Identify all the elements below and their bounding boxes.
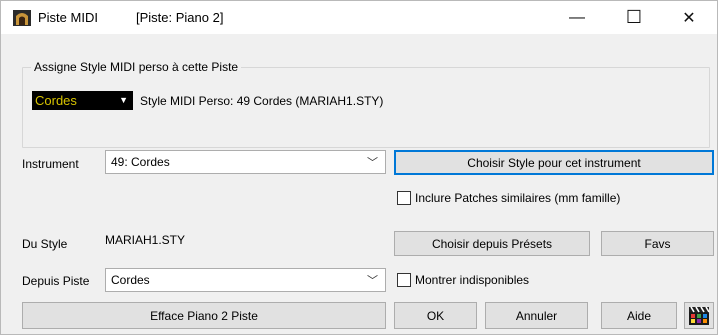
film-clapper-icon [689,306,710,325]
style-info: Style MIDI Perso: 49 Cordes (MARIAH1.STY… [140,94,384,108]
include-patches-checkbox[interactable]: Inclure Patches similaires (mm famille) [397,191,620,205]
cancel-button[interactable]: Annuler [485,302,588,329]
help-button[interactable]: Aide [601,302,677,329]
window-subtitle: [Piste: Piano 2] [136,10,224,25]
maximize-button[interactable]: ☐ [611,1,657,34]
title-bar: Piste MIDI [Piste: Piano 2] — ☐ ✕ [1,1,717,34]
choose-style-button[interactable]: Choisir Style pour cet instrument [394,150,714,175]
maximize-icon: ☐ [625,7,643,27]
chevron-down-icon: ﹀ [367,157,378,169]
close-icon: ✕ [682,9,696,27]
include-patches-label: Inclure Patches similaires (mm famille) [415,191,621,205]
minimize-button[interactable]: — [554,1,600,34]
window-title: Piste MIDI [38,10,98,25]
style-group-label: Assigne Style MIDI perso à cette Piste [31,60,242,74]
instrument-label: Instrument [22,157,79,171]
show-unavailable-label: Montrer indisponibles [415,273,530,287]
du-style-label: Du Style [22,237,68,251]
style-dropdown-value: Cordes [35,93,77,108]
minimize-icon: — [569,8,585,26]
instrument-select-value: 49: Cordes [111,155,170,169]
clear-track-button[interactable]: Efface Piano 2 Piste [22,302,386,329]
chevron-down-icon: ﹀ [367,275,378,287]
style-dropdown[interactable]: Cordes ▼ [32,91,133,110]
choose-presets-button[interactable]: Choisir depuis Présets [394,231,590,256]
checkbox-box [397,191,411,205]
dropdown-arrow-icon: ▼ [119,95,128,105]
instrument-select[interactable]: 49: Cordes ﹀ [105,150,386,174]
depuis-piste-label: Depuis Piste [22,274,90,288]
show-unavailable-checkbox[interactable]: Montrer indisponibles [397,273,529,287]
app-icon [13,10,31,26]
checkbox-box [397,273,411,287]
ok-button[interactable]: OK [394,302,477,329]
du-style-value: MARIAH1.STY [105,233,186,247]
close-button[interactable]: ✕ [666,1,712,34]
piste-midi-dialog: Piste MIDI [Piste: Piano 2] — ☐ ✕ Assign… [0,0,718,335]
video-help-button[interactable] [684,302,714,329]
depuis-piste-select[interactable]: Cordes ﹀ [105,268,386,292]
favs-button[interactable]: Favs [601,231,714,256]
style-group: Assigne Style MIDI perso à cette Piste C… [22,60,710,148]
depuis-piste-select-value: Cordes [111,273,150,287]
